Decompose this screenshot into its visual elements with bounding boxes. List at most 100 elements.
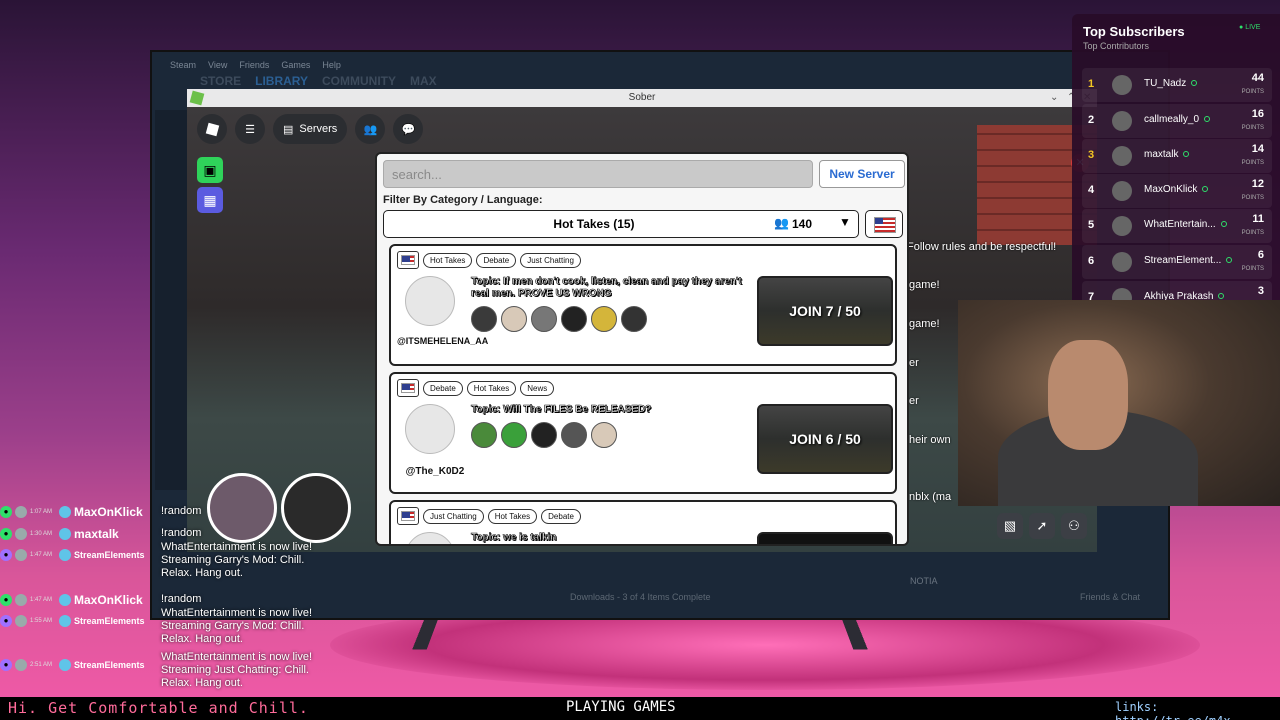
badge-icon: ● — [0, 594, 12, 606]
join-button[interactable] — [757, 532, 893, 544]
streamer-face — [1048, 340, 1128, 450]
chat-button[interactable]: 💬 — [393, 114, 424, 144]
people-button[interactable]: 👥 — [355, 114, 386, 144]
subscriber-rank: 1 — [1088, 78, 1095, 90]
chat-time: 1:47 AM — [30, 552, 53, 558]
steam-downloads-status[interactable]: Downloads - 3 of 4 Items Complete — [570, 592, 711, 602]
search-input[interactable]: search... — [383, 160, 813, 188]
rocket-icon[interactable]: ➚ — [1029, 513, 1055, 539]
join-button[interactable]: JOIN 7 / 50 — [757, 276, 893, 346]
new-server-button[interactable]: New Server — [819, 160, 905, 188]
steam-nav-profile[interactable]: MAX — [410, 74, 437, 88]
steam-nav-store[interactable]: STORE — [200, 74, 241, 88]
subscriber-points: 14 — [1251, 143, 1264, 155]
webcam-feed — [958, 300, 1280, 506]
steam-friends-chat[interactable]: Friends & Chat — [1080, 592, 1140, 602]
chat-message: ● 1:47 AM StreamElements — [0, 549, 145, 561]
category-value: Hot Takes (15) — [553, 217, 635, 231]
steam-nav-library[interactable]: LIBRARY — [255, 74, 308, 88]
subscriber-rank: 5 — [1088, 219, 1095, 231]
steam-nav: STORE LIBRARY COMMUNITY MAX — [200, 74, 437, 88]
subscriber-rank: 3 — [1088, 149, 1095, 161]
subscriber-name: MaxOnKlick — [1144, 184, 1209, 195]
server-tag: Just Chatting — [423, 508, 484, 524]
panel-title: Top Subscribers — [1083, 24, 1185, 39]
steam-notia: NOTIA — [910, 576, 938, 586]
subscriber-name: TU_Nadz — [1144, 78, 1198, 89]
online-indicator-icon — [1220, 221, 1227, 227]
steam-nav-community[interactable]: COMMUNITY — [322, 74, 396, 88]
player-avatar — [621, 306, 647, 332]
game-chat-line: er — [909, 395, 919, 407]
player-avatar — [501, 306, 527, 332]
player-avatar[interactable] — [281, 473, 351, 543]
join-button[interactable]: JOIN 6 / 50 — [757, 404, 893, 474]
shop-button[interactable]: ▣ — [197, 157, 223, 183]
steam-library-sidebar — [155, 110, 190, 490]
chat-message: ● 1:55 AM StreamElements — [0, 615, 145, 627]
game-chat-line: Follow rules and be respectful! — [907, 241, 1057, 253]
game-chat-line: er — [909, 357, 919, 369]
server-tag: Debate — [423, 380, 463, 396]
steam-menu-item[interactable]: Help — [322, 60, 341, 72]
online-indicator-icon — [1204, 116, 1211, 122]
player-count: 140 — [792, 217, 813, 231]
subscriber-points: 44 — [1251, 72, 1264, 84]
servers-button[interactable]: ▤ Servers — [273, 114, 348, 144]
subscriber-points: 12 — [1251, 178, 1264, 190]
chat-username[interactable]: StreamElements — [74, 616, 145, 626]
platform-icon — [59, 506, 71, 518]
host-name: @The_K0D2 — [405, 466, 465, 477]
player-avatar — [561, 422, 587, 448]
player-avatars — [471, 306, 647, 332]
chat-username[interactable]: MaxOnKlick — [74, 593, 143, 607]
game-chat-line: heir own — [909, 434, 951, 446]
player-avatar — [561, 306, 587, 332]
server-list: Hot Takes Debate Just Chatting @ITSMEHEL… — [387, 244, 901, 544]
online-indicator-icon — [1226, 257, 1233, 263]
chat-text: !random — [161, 593, 202, 605]
player-avatar — [591, 306, 617, 332]
server-card: Debate Hot Takes News @The_K0D2 Topic: W… — [389, 372, 897, 494]
subscriber-avatar — [1112, 252, 1132, 272]
player-avatar — [471, 422, 497, 448]
steam-menu-item[interactable]: Steam — [170, 60, 196, 72]
subscriber-name: maxtalk — [1144, 149, 1190, 160]
friends-icon[interactable]: ⚇ — [1061, 513, 1087, 539]
chat-time: 1:47 AM — [30, 597, 53, 603]
badge-icon: ● — [0, 615, 12, 627]
subscriber-avatar — [1112, 146, 1132, 166]
subscriber-avatar — [1112, 216, 1132, 236]
roblox-logo-button[interactable] — [197, 114, 227, 144]
us-flag-icon — [397, 251, 419, 269]
player-avatar[interactable] — [207, 473, 277, 543]
server-browser-dialog: search... New Server Filter By Category … — [375, 152, 909, 546]
steam-menu-item[interactable]: Friends — [239, 60, 269, 72]
subscriber-name: WhatEntertain... — [1144, 219, 1227, 230]
chat-time: 1:55 AM — [30, 618, 53, 624]
ticker-links[interactable]: links: http://tr.ee/m4x — [1115, 700, 1280, 720]
menu-button[interactable]: ☰ — [235, 114, 265, 144]
steam-menu-item[interactable]: Games — [281, 60, 310, 72]
subscriber-points: 6 — [1257, 249, 1264, 261]
badge-icon: ● — [0, 506, 12, 518]
platform-icon — [59, 594, 71, 606]
chat-username[interactable]: StreamElements — [74, 550, 145, 560]
subscriber-row: 1 TU_Nadz 44 POINTS — [1082, 68, 1272, 102]
chat-username[interactable]: MaxOnKlick — [74, 505, 143, 519]
subscriber-avatar — [1112, 181, 1132, 201]
steam-menu-item[interactable]: View — [208, 60, 227, 72]
category-select[interactable]: Hot Takes (15) 👥 140 ▼ — [383, 210, 859, 238]
chevron-down-icon: ▼ — [839, 215, 851, 229]
online-indicator-icon — [1191, 80, 1198, 86]
minimize-icon[interactable]: ⌄ — [1050, 89, 1058, 107]
server-card: Just Chatting Hot Takes Debate Topic: we… — [389, 500, 897, 544]
chat-username[interactable]: StreamElements — [74, 660, 145, 670]
points-label: POINTS — [1241, 230, 1264, 236]
chat-username[interactable]: maxtalk — [74, 527, 119, 541]
apps-button[interactable]: ▦ — [197, 187, 223, 213]
language-select[interactable] — [865, 210, 903, 238]
subscriber-avatar — [1112, 75, 1132, 95]
image-icon[interactable]: ▧ — [997, 513, 1023, 539]
us-flag-icon — [397, 379, 419, 397]
